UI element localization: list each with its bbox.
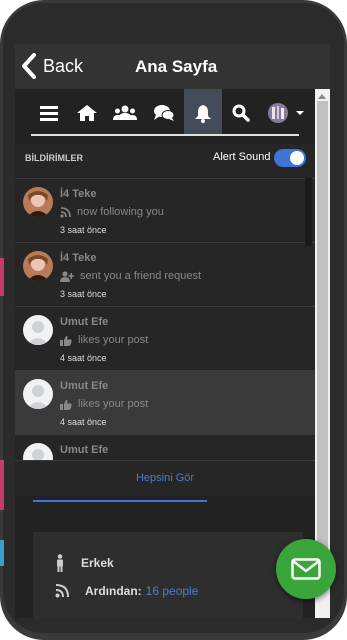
avatar [23, 251, 53, 281]
person-icon [57, 554, 63, 572]
menu-icon[interactable] [30, 89, 68, 136]
see-all-link[interactable]: Hepsini Gör [15, 472, 315, 484]
side-accent [0, 258, 4, 296]
back-label: Back [43, 55, 84, 76]
notification-name: Umut Efe [60, 444, 109, 456]
notification-item[interactable]: İ4 Teke sent you a friend request 3 saat… [15, 242, 315, 306]
notification-action: sent you a friend request [60, 270, 201, 282]
search-icon[interactable] [222, 89, 260, 136]
scrollbar-thumb[interactable] [317, 101, 328, 559]
notifications-title: BİLDİRİMLER [25, 153, 83, 163]
page-scrollbar[interactable] [315, 89, 330, 618]
caret-down-icon [296, 110, 304, 115]
notification-action-text: likes your post [78, 398, 149, 410]
chat-icon[interactable] [145, 89, 183, 136]
notification-time: 4 saat önce [60, 417, 107, 427]
bell-icon[interactable] [184, 89, 222, 136]
notification-time: 4 saat önce [60, 353, 107, 363]
profile-avatar [268, 102, 288, 123]
notification-item[interactable]: İ4 Teke now following you 3 saat önce [15, 178, 315, 242]
back-button[interactable]: Back [21, 52, 83, 80]
thumbs-up-icon [60, 399, 72, 410]
side-accent [0, 460, 4, 510]
alert-sound-toggle[interactable] [274, 149, 306, 167]
followers-link[interactable]: 16 people [146, 584, 199, 598]
rss-icon [60, 206, 71, 218]
avatar [23, 315, 53, 345]
scroll-up-icon[interactable] [318, 94, 326, 99]
app-bar: Back Ana Sayfa [15, 44, 330, 89]
nav-underline [31, 134, 299, 136]
notification-name: İ4 Teke [60, 252, 97, 264]
user-plus-icon [60, 270, 74, 282]
mail-icon [291, 558, 321, 580]
avatar [23, 443, 53, 460]
rss-icon [55, 584, 69, 598]
alert-sound-label: Alert Sound [213, 151, 271, 163]
app-screen: Back Ana Sayfa BİLDİRİMLER Alert Sound İ… [15, 44, 330, 618]
notification-time: 3 saat önce [60, 225, 107, 235]
notification-name: Umut Efe [60, 316, 109, 328]
notification-item[interactable]: Umut Efe likes your post 4 saat önce [15, 370, 315, 434]
toggle-knob [290, 151, 304, 165]
tab-indicator [33, 500, 207, 502]
notification-list-scrollbar[interactable] [305, 178, 312, 246]
notification-item[interactable]: Umut Efe [15, 434, 315, 460]
notification-name: İ4 Teke [60, 188, 97, 200]
notification-action-text: likes your post [78, 334, 149, 346]
notification-item[interactable]: Umut Efe likes your post 4 saat önce [15, 306, 315, 370]
notification-name: Umut Efe [60, 380, 109, 392]
notifications-dropdown: BİLDİRİMLER Alert Sound İ4 Teke now foll… [15, 144, 315, 496]
gender-row: Erkek [55, 554, 114, 572]
notification-action-text: sent you a friend request [80, 270, 202, 282]
profile-menu[interactable] [261, 89, 311, 136]
notification-action: likes your post [60, 334, 148, 346]
notification-time: 3 saat önce [60, 289, 107, 299]
notification-action: now following you [60, 206, 164, 218]
notification-action-text: now following you [77, 206, 164, 218]
phone-frame: Back Ana Sayfa BİLDİRİMLER Alert Sound İ… [0, 0, 347, 640]
thumbs-up-icon [60, 335, 72, 346]
profile-info-card: Erkek Ardından: 16 people [33, 532, 303, 618]
gender-value: Erkek [81, 556, 114, 570]
messages-fab[interactable] [276, 539, 336, 599]
chevron-left-icon [22, 53, 36, 79]
avatar [23, 187, 53, 217]
followers-row: Ardından: 16 people [55, 584, 198, 598]
notifications-header: BİLDİRİMLER Alert Sound [15, 144, 315, 178]
notification-list: İ4 Teke now following you 3 saat önce İ4… [15, 178, 315, 460]
side-accent [0, 540, 4, 566]
home-icon[interactable] [68, 89, 106, 136]
top-nav [15, 89, 330, 136]
avatar [23, 379, 53, 409]
notification-action: likes your post [60, 398, 148, 410]
page-title: Ana Sayfa [135, 57, 218, 76]
notifications-footer: Hepsini Gör [15, 460, 315, 496]
followers-label: Ardından: [85, 584, 142, 598]
users-icon[interactable] [106, 89, 144, 136]
